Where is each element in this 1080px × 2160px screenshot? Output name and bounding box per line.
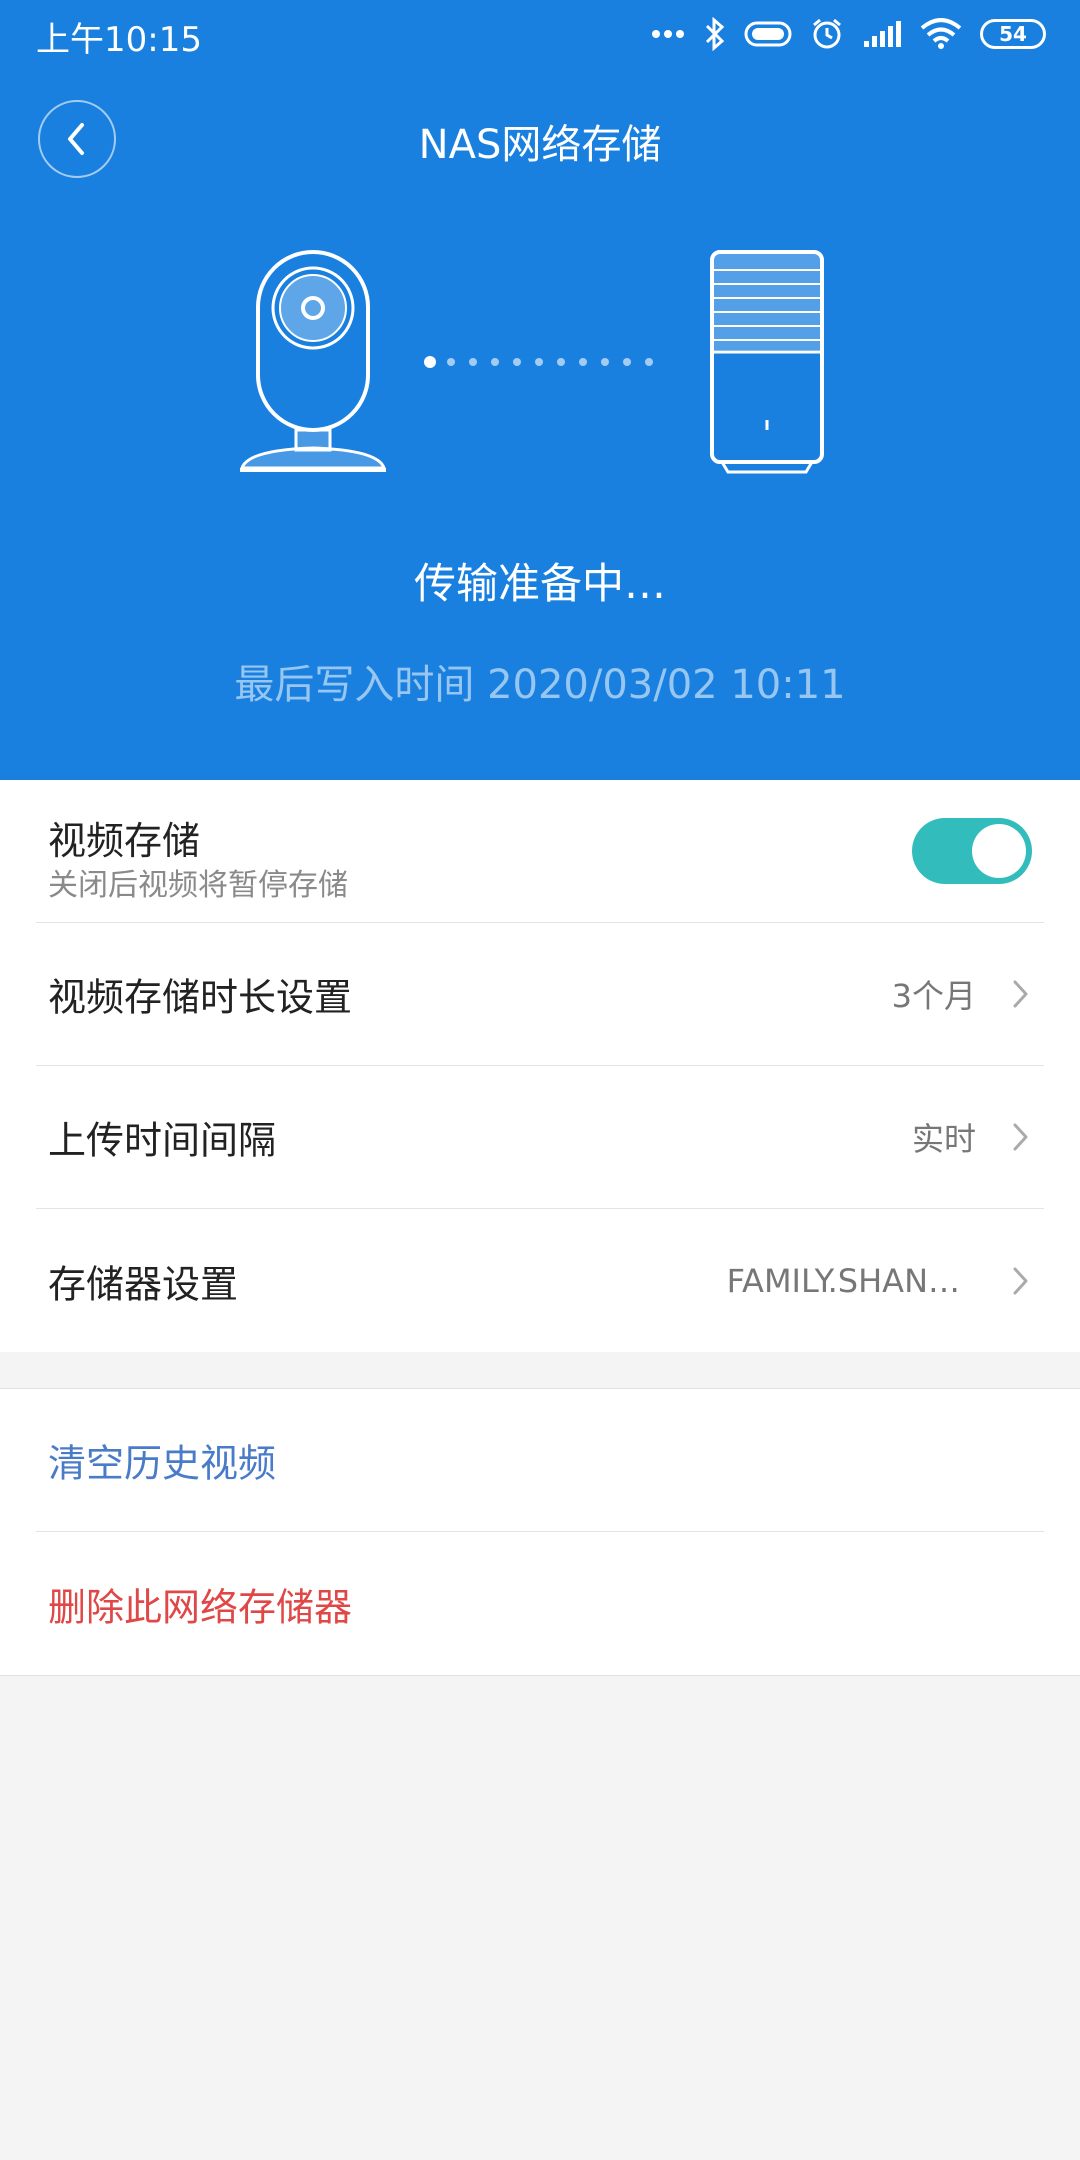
upload-interval-row[interactable]: 上传时间间隔 实时 (36, 1066, 1044, 1209)
alarm-icon (810, 17, 844, 51)
upload-interval-value: 实时 (911, 1120, 976, 1158)
header-panel: 上午10:15 54 NAS网络存储 传输准备中… 最后写入时间 2020/03… (0, 0, 1080, 780)
chevron-right-icon (1013, 980, 1028, 1008)
storage-device-value: FAMILY.SHAN… (726, 1261, 960, 1300)
transfer-dots-icon (424, 356, 653, 368)
upload-interval-label: 上传时间间隔 (48, 1118, 277, 1163)
status-icons: 54 (650, 14, 1046, 54)
transfer-illustration (0, 240, 1080, 480)
video-storage-row: 视频存储 关闭后视频将暂停存储 (36, 780, 1044, 923)
battery-icon: 54 (980, 19, 1046, 49)
status-time: 上午10:15 (36, 20, 202, 60)
more-dots-icon (650, 28, 686, 40)
battery-level: 54 (999, 22, 1027, 46)
storage-device-label: 存储器设置 (48, 1262, 239, 1306)
nas-device-icon (710, 250, 824, 474)
hd-voice-icon (744, 19, 792, 49)
page-title: NAS网络存储 (418, 122, 662, 168)
video-storage-toggle[interactable] (912, 818, 1032, 884)
status-bar: 上午10:15 54 (0, 0, 1080, 70)
chevron-right-icon (1013, 1123, 1028, 1151)
chevron-right-icon (1013, 1267, 1028, 1294)
storage-device-row[interactable]: 存储器设置 FAMILY.SHAN… (36, 1209, 1044, 1352)
actions-list: 清空历史视频 删除此网络存储器 (0, 1388, 1080, 1676)
video-storage-sublabel: 关闭后视频将暂停存储 (48, 868, 348, 903)
camera-icon (239, 250, 387, 472)
toggle-knob (972, 824, 1026, 878)
delete-storage-button[interactable]: 删除此网络存储器 (48, 1576, 352, 1631)
last-write-time: 最后写入时间 2020/03/02 10:11 (234, 662, 846, 708)
clear-history-row[interactable]: 清空历史视频 (36, 1389, 1044, 1532)
retention-label: 视频存储时长设置 (48, 975, 353, 1020)
video-storage-label: 视频存储 (48, 819, 201, 863)
retention-setting-row[interactable]: 视频存储时长设置 3个月 (36, 923, 1044, 1066)
clear-history-button[interactable]: 清空历史视频 (48, 1433, 276, 1488)
wifi-icon (920, 18, 962, 50)
retention-value: 3个月 (891, 977, 976, 1015)
settings-list: 视频存储 关闭后视频将暂停存储 视频存储时长设置 3个月 上传时间间隔 实时 存… (0, 780, 1080, 1352)
delete-storage-row[interactable]: 删除此网络存储器 (36, 1532, 1044, 1675)
signal-icon (862, 19, 902, 49)
transfer-status-text: 传输准备中… (413, 559, 666, 608)
bluetooth-icon (704, 17, 726, 51)
